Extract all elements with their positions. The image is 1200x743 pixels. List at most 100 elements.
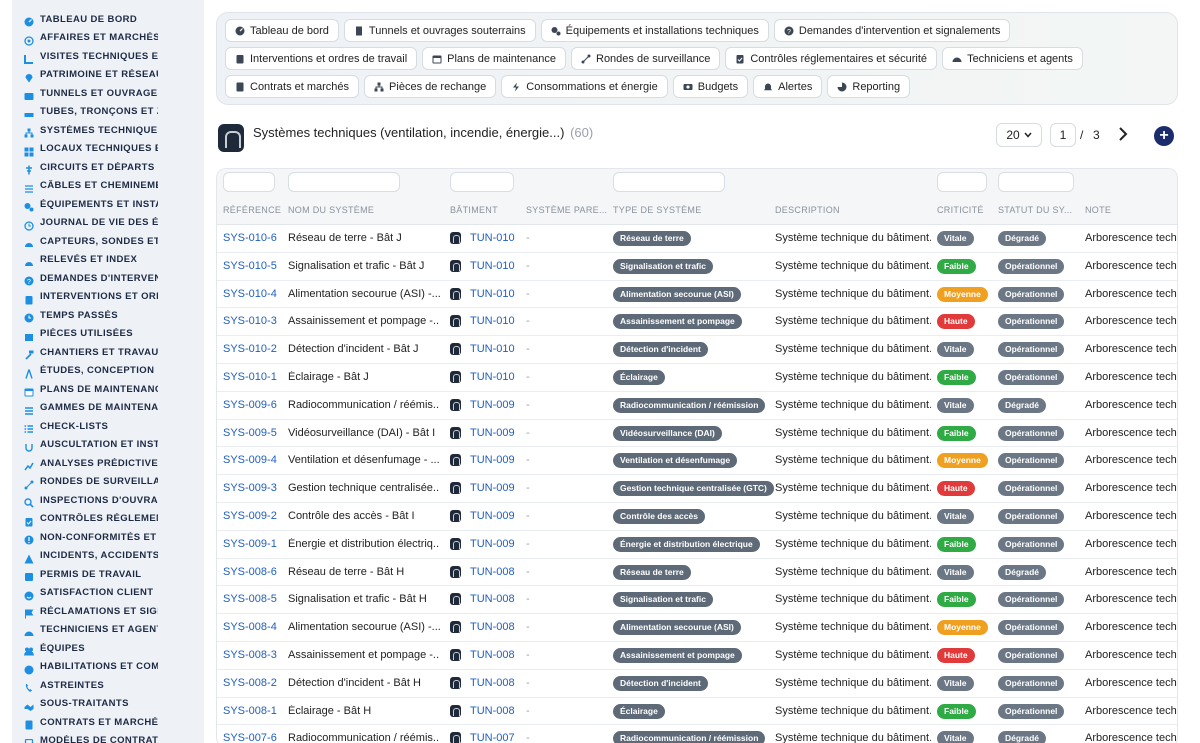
row-reference-link[interactable]: SYS-008-1 — [223, 705, 283, 717]
column-header-description[interactable]: Description — [775, 205, 840, 215]
sidebar-item-analyses-predictives[interactable]: Analyses prédictives — [12, 454, 204, 473]
row-building-link[interactable]: TUN-010 — [450, 370, 522, 383]
page-size-select[interactable]: 20 — [996, 123, 1042, 147]
sidebar-item-equipes[interactable]: Équipes — [12, 639, 204, 658]
row-building-link[interactable]: TUN-010 — [450, 259, 522, 272]
table-row[interactable]: SYS-009-5 Vidéosurveillance (DAI) - Bât I… — [217, 420, 1177, 448]
nav-chip-pieces-de-rechange[interactable]: Pièces de rechange — [364, 75, 497, 98]
row-reference-link[interactable]: SYS-008-5 — [223, 593, 283, 605]
row-reference-link[interactable]: SYS-010-2 — [223, 343, 283, 355]
table-row[interactable]: SYS-009-1 Énergie et distribution électri… — [217, 531, 1177, 559]
sidebar-item-tunnels-et-ouvrages[interactable]: Tunnels et ouvrages — [12, 84, 204, 103]
nav-chip-budgets[interactable]: Budgets — [672, 75, 749, 98]
nav-chip-plans-de-maintenance[interactable]: Plans de maintenance — [422, 47, 566, 70]
nav-chip-demandes-d-intervention-et-signalements[interactable]: ? Demandes d'intervention et signalements — [773, 19, 1011, 42]
table-row[interactable]: SYS-010-6 Réseau de terre - Bât J TUN-010-… — [217, 225, 1177, 253]
table-row[interactable]: SYS-008-2 Détection d'incident - Bât H TUN… — [217, 670, 1177, 698]
table-row[interactable]: SYS-008-5 Signalisation et trafic - Bât H… — [217, 586, 1177, 615]
table-row[interactable]: SYS-010-2 Détection d'incident - Bât J TUN… — [217, 336, 1177, 364]
table-row[interactable]: SYS-009-4 Ventilation et désenfumage - ..… — [217, 447, 1177, 476]
sidebar-item-modeles-de-contrats[interactable]: Modèles de contrats — [12, 732, 204, 743]
row-reference-link[interactable]: SYS-010-3 — [223, 315, 283, 327]
row-reference-link[interactable]: SYS-009-5 — [223, 427, 283, 439]
row-building-link[interactable]: TUN-010 — [450, 315, 522, 328]
nav-chip-reporting[interactable]: Reporting — [827, 75, 911, 98]
table-row[interactable]: SYS-010-4 Alimentation secourue (ASI) -..… — [217, 281, 1177, 309]
row-reference-link[interactable]: SYS-008-2 — [223, 677, 283, 689]
nav-chip-contrats-et-marches[interactable]: Contrats et marchés — [225, 75, 360, 98]
row-reference-link[interactable]: SYS-008-6 — [223, 566, 283, 578]
sidebar-item-satisfaction-client[interactable]: Satisfaction client — [12, 584, 204, 603]
row-building-link[interactable]: TUN-007 — [450, 732, 522, 743]
row-building-link[interactable]: TUN-009 — [450, 398, 522, 411]
row-building-link[interactable]: TUN-009 — [450, 482, 522, 495]
row-reference-link[interactable]: SYS-010-5 — [223, 260, 283, 272]
sidebar-item-non-conformites-et-a[interactable]: Non-conformités et a — [12, 528, 204, 547]
sidebar-item-plans-de-maintenance[interactable]: Plans de maintenance — [12, 380, 204, 399]
table-row[interactable]: SYS-009-6 Radiocommunication / réémis... T… — [217, 392, 1177, 420]
sidebar-item-visites-techniques-et[interactable]: Visites techniques et — [12, 47, 204, 66]
row-building-link[interactable]: TUN-010 — [450, 232, 522, 244]
row-building-link[interactable]: TUN-008 — [450, 621, 522, 634]
table-row[interactable]: SYS-007-6 Radiocommunication / réémis... T… — [217, 725, 1177, 743]
sidebar-item-sous-traitants[interactable]: Sous-traitants — [12, 695, 204, 714]
column-header-nom-du-systeme[interactable]: Nom du système — [288, 205, 374, 215]
sidebar-item-cables-et-cheminemen[interactable]: Câbles et cheminemen — [12, 177, 204, 196]
row-building-link[interactable]: TUN-010 — [450, 343, 522, 356]
row-building-link[interactable]: TUN-008 — [450, 593, 522, 606]
nav-chip-interventions-et-ordres-de-travail[interactable]: Interventions et ordres de travail — [225, 47, 418, 70]
sidebar-item-chantiers-et-travaux[interactable]: Chantiers et travaux — [12, 343, 204, 362]
column-header-reference[interactable]: Référence — [223, 205, 281, 215]
row-building-link[interactable]: TUN-008 — [450, 565, 522, 578]
sidebar-item-permis-de-travail[interactable]: Permis de travail — [12, 565, 204, 584]
sidebar-item-releves-et-index[interactable]: Relevés et index — [12, 251, 204, 270]
row-reference-link[interactable]: SYS-008-3 — [223, 649, 283, 661]
row-reference-link[interactable]: SYS-008-4 — [223, 621, 283, 633]
filter-statut[interactable] — [998, 172, 1074, 192]
sidebar-item-gammes-de-maintenan[interactable]: Gammes de maintenan — [12, 399, 204, 418]
add-button[interactable]: + — [1154, 126, 1174, 146]
sidebar-item-journal-de-vie-des-eq[interactable]: Journal de vie des éq — [12, 214, 204, 233]
nav-chip-controles-reglementaires-et-securite[interactable]: Contrôles réglementaires et sécurité — [725, 47, 938, 70]
row-reference-link[interactable]: SYS-009-1 — [223, 538, 283, 550]
row-reference-link[interactable]: SYS-007-6 — [223, 732, 283, 743]
nav-chip-equipements-et-installations-techniques[interactable]: Équipements et installations techniques — [540, 19, 769, 42]
column-header-note[interactable]: Note — [1085, 205, 1111, 215]
nav-chip-alertes[interactable]: Alertes — [753, 75, 823, 98]
nav-chip-rondes-de-surveillance[interactable]: Rondes de surveillance — [571, 47, 721, 70]
sidebar-item-tableau-de-bord[interactable]: Tableau de bord — [12, 10, 204, 29]
sidebar-item-affaires-et-marches[interactable]: Affaires et marchés — [12, 29, 204, 48]
row-reference-link[interactable]: SYS-009-3 — [223, 482, 283, 494]
filter-batiment[interactable] — [450, 172, 514, 192]
row-reference-link[interactable]: SYS-010-4 — [223, 288, 283, 300]
sidebar-item-equipements-et-instal[interactable]: Équipements et instal — [12, 195, 204, 214]
row-reference-link[interactable]: SYS-010-1 — [223, 371, 283, 383]
current-page-input[interactable]: 1 — [1050, 123, 1076, 147]
row-reference-link[interactable]: SYS-009-2 — [223, 510, 283, 522]
sidebar-item-check-lists[interactable]: Check-lists — [12, 417, 204, 436]
sidebar-item-incidents-accidents-e[interactable]: Incidents, accidents e — [12, 547, 204, 566]
filter-reference[interactable] — [223, 172, 275, 192]
sidebar-item-reclamations-et-signa[interactable]: Réclamations et signa — [12, 602, 204, 621]
table-row[interactable]: SYS-008-4 Alimentation secourue (ASI) -..… — [217, 614, 1177, 642]
sidebar-item-auscultation-et-instr[interactable]: Auscultation et instr — [12, 436, 204, 455]
sidebar-item-tubes-troncons-et-zo[interactable]: Tubes, tronçons et zo — [12, 103, 204, 122]
column-header-statut-du-sy[interactable]: Statut du sy... — [998, 205, 1072, 215]
table-row[interactable]: SYS-008-6 Réseau de terre - Bât H TUN-008-… — [217, 559, 1177, 587]
row-reference-link[interactable]: SYS-009-4 — [223, 454, 283, 466]
sidebar-item-controles-reglement[interactable]: Contrôles réglement — [12, 510, 204, 529]
filter-type[interactable] — [613, 172, 725, 192]
table-row[interactable]: SYS-009-2 Contrôle des accès - Bât I TUN-0… — [217, 503, 1177, 531]
row-reference-link[interactable]: SYS-010-6 — [223, 232, 283, 244]
row-reference-link[interactable]: SYS-009-6 — [223, 399, 283, 411]
table-row[interactable]: SYS-008-1 Éclairage - Bât H TUN-008- Éclair… — [217, 698, 1177, 726]
sidebar-item-circuits-et-departs-el[interactable]: Circuits et départs él — [12, 158, 204, 177]
row-building-link[interactable]: TUN-008 — [450, 676, 522, 689]
filter-nom[interactable] — [288, 172, 400, 192]
table-row[interactable]: SYS-010-3 Assainissement et pompage -... T… — [217, 308, 1177, 337]
row-building-link[interactable]: TUN-009 — [450, 426, 522, 439]
sidebar-item-locaux-techniques-et[interactable]: Locaux techniques et — [12, 140, 204, 159]
table-row[interactable]: SYS-010-1 Éclairage - Bât J TUN-010- Éclair… — [217, 364, 1177, 392]
row-building-link[interactable]: TUN-009 — [450, 537, 522, 550]
nav-chip-tableau-de-bord[interactable]: Tableau de bord — [225, 19, 339, 42]
